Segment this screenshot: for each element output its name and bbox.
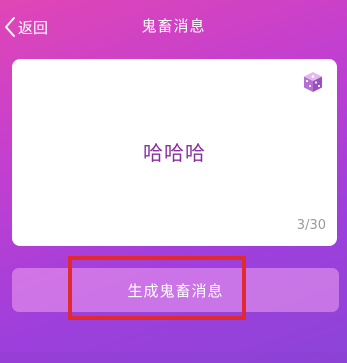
dice-icon[interactable] bbox=[301, 70, 325, 94]
character-counter: 3/30 bbox=[296, 218, 326, 233]
bottom-strip bbox=[0, 352, 347, 363]
message-text: 哈哈哈 bbox=[143, 141, 206, 165]
generate-button-label: 生成鬼畜消息 bbox=[127, 281, 224, 300]
generate-message-button[interactable]: 生成鬼畜消息 bbox=[12, 268, 339, 312]
message-card: 哈哈哈 3/30 bbox=[12, 59, 337, 246]
top-bar: 返回 鬼畜消息 bbox=[0, 0, 347, 52]
page-title: 鬼畜消息 bbox=[141, 17, 206, 35]
